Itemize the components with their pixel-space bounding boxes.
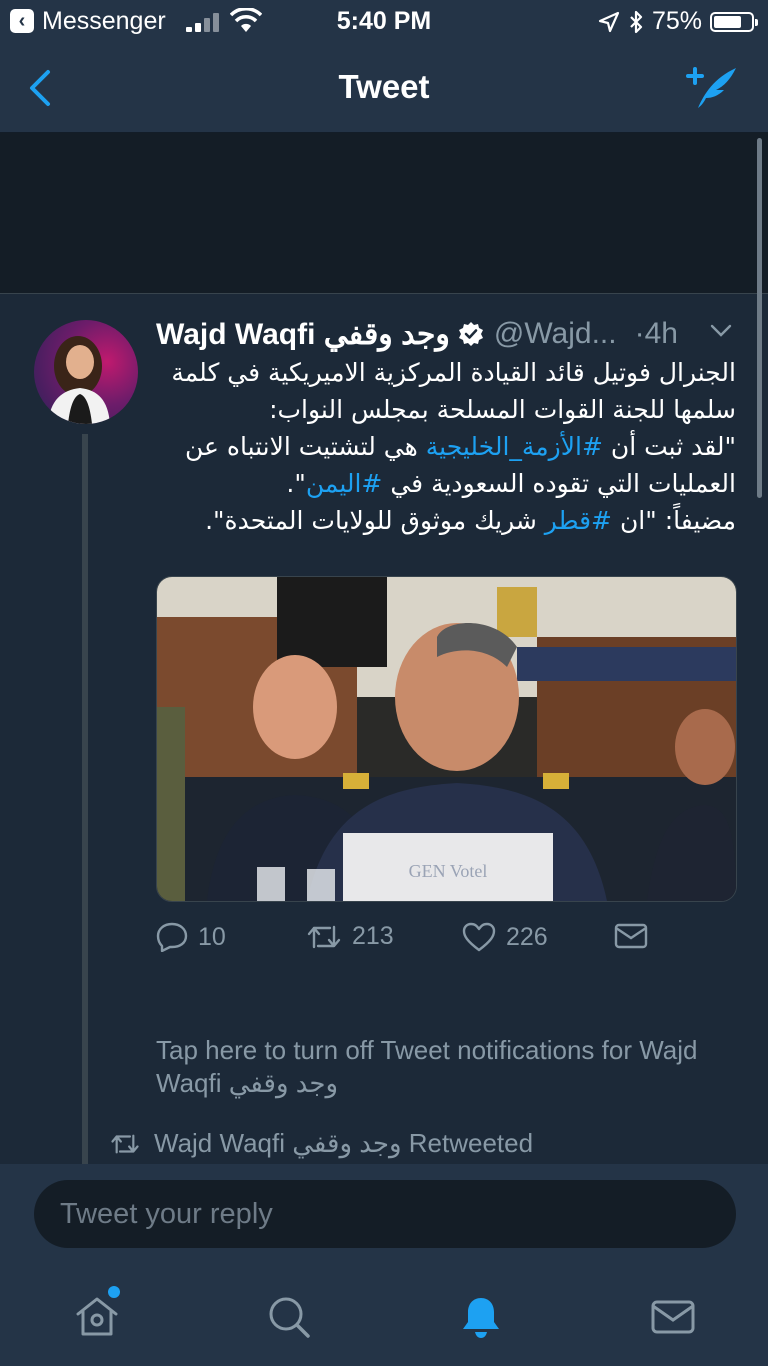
nav-bar: Tweet	[0, 44, 768, 133]
envelope-icon	[614, 923, 648, 949]
home-icon[interactable]	[74, 1294, 120, 1340]
retweet-count: 213	[352, 922, 394, 950]
like-button[interactable]: 226	[462, 922, 548, 952]
scrollbar[interactable]	[757, 138, 762, 498]
page-title: Tweet	[338, 68, 430, 105]
reply-input[interactable]: Tweet your reply	[34, 1180, 736, 1248]
status-bar: ‹ Messenger 5:40 PM 75%	[0, 0, 768, 44]
retweet-icon	[307, 925, 341, 948]
avatar-photo	[48, 336, 110, 424]
retweeted-context: Wajd Waqfi وجد وقفي Retweeted	[110, 1128, 533, 1159]
tweet-text-part: "لقد ثبت أن	[602, 432, 736, 461]
location-arrow-icon	[598, 11, 620, 32]
author-name[interactable]: Wajd Waqfi وجد وقفي	[156, 317, 450, 352]
retweet-icon	[111, 1134, 139, 1153]
reply-bar: Tweet your reply	[0, 1164, 768, 1266]
tweet-text-part: شريك موثوق للولايات المتحدة".	[205, 506, 545, 535]
retweeted-label: Wajd Waqfi وجد وقفي Retweeted	[154, 1128, 534, 1158]
heart-icon	[462, 922, 496, 952]
verified-badge-icon	[458, 322, 483, 346]
search-icon[interactable]	[266, 1294, 312, 1340]
tweet-media-photo[interactable]: GEN Votel	[156, 576, 737, 902]
hashtag-link[interactable]: #الأزمة_الخليجية	[426, 432, 603, 461]
hearing-photo: GEN Votel	[157, 577, 736, 901]
tweet-header: Wajd Waqfi وجد وقفي @Wajd... ·4h	[156, 314, 746, 354]
tweet-text-line: مضيفاً: "ان #قطر شريك موثوق للولايات الم…	[156, 502, 736, 539]
tweet-text-part: مضيفاً: "ان	[612, 506, 736, 535]
tab-bar	[0, 1266, 768, 1366]
tweet-text: الجنرال فوتيل قائد القيادة المركزية الام…	[156, 354, 736, 539]
compose-tweet-icon[interactable]	[684, 64, 740, 112]
tweet-text-line: الجنرال فوتيل قائد القيادة المركزية الام…	[171, 358, 736, 424]
reply-button[interactable]: 10	[156, 922, 226, 952]
like-count: 226	[506, 922, 548, 951]
reply-count: 10	[198, 922, 226, 951]
thread-line	[82, 434, 88, 1164]
battery-icon	[710, 11, 758, 32]
messages-icon[interactable]	[650, 1294, 696, 1340]
battery-percent: 75%	[651, 7, 702, 35]
retweet-button[interactable]: 213	[306, 922, 394, 951]
chevron-down-icon[interactable]	[710, 324, 732, 338]
reply-icon	[156, 922, 188, 952]
tweet-time: ·4h	[634, 317, 678, 350]
notifications-icon[interactable]	[458, 1294, 504, 1340]
nameplate-text: GEN Votel	[409, 861, 488, 881]
tweet-text-part: ".	[286, 469, 306, 498]
new-tweets-badge	[108, 1286, 120, 1298]
tweet-text-quote: "لقد ثبت أن #الأزمة_الخليجية هي لتشتيت ا…	[156, 428, 736, 502]
direct-message-button[interactable]	[614, 922, 648, 950]
bluetooth-icon	[630, 10, 643, 33]
avatar[interactable]	[34, 320, 138, 424]
status-right: 75%	[598, 7, 758, 36]
parent-tweet-placeholder	[0, 133, 768, 294]
hashtag-link[interactable]: #قطر	[545, 506, 612, 535]
tweet-actions: 10 213 226	[156, 922, 736, 962]
turn-off-notifications-link[interactable]: Tap here to turn off Tweet notifications…	[156, 1034, 716, 1100]
hashtag-link[interactable]: #اليمن	[306, 469, 383, 498]
author-handle[interactable]: @Wajd...	[494, 317, 617, 351]
